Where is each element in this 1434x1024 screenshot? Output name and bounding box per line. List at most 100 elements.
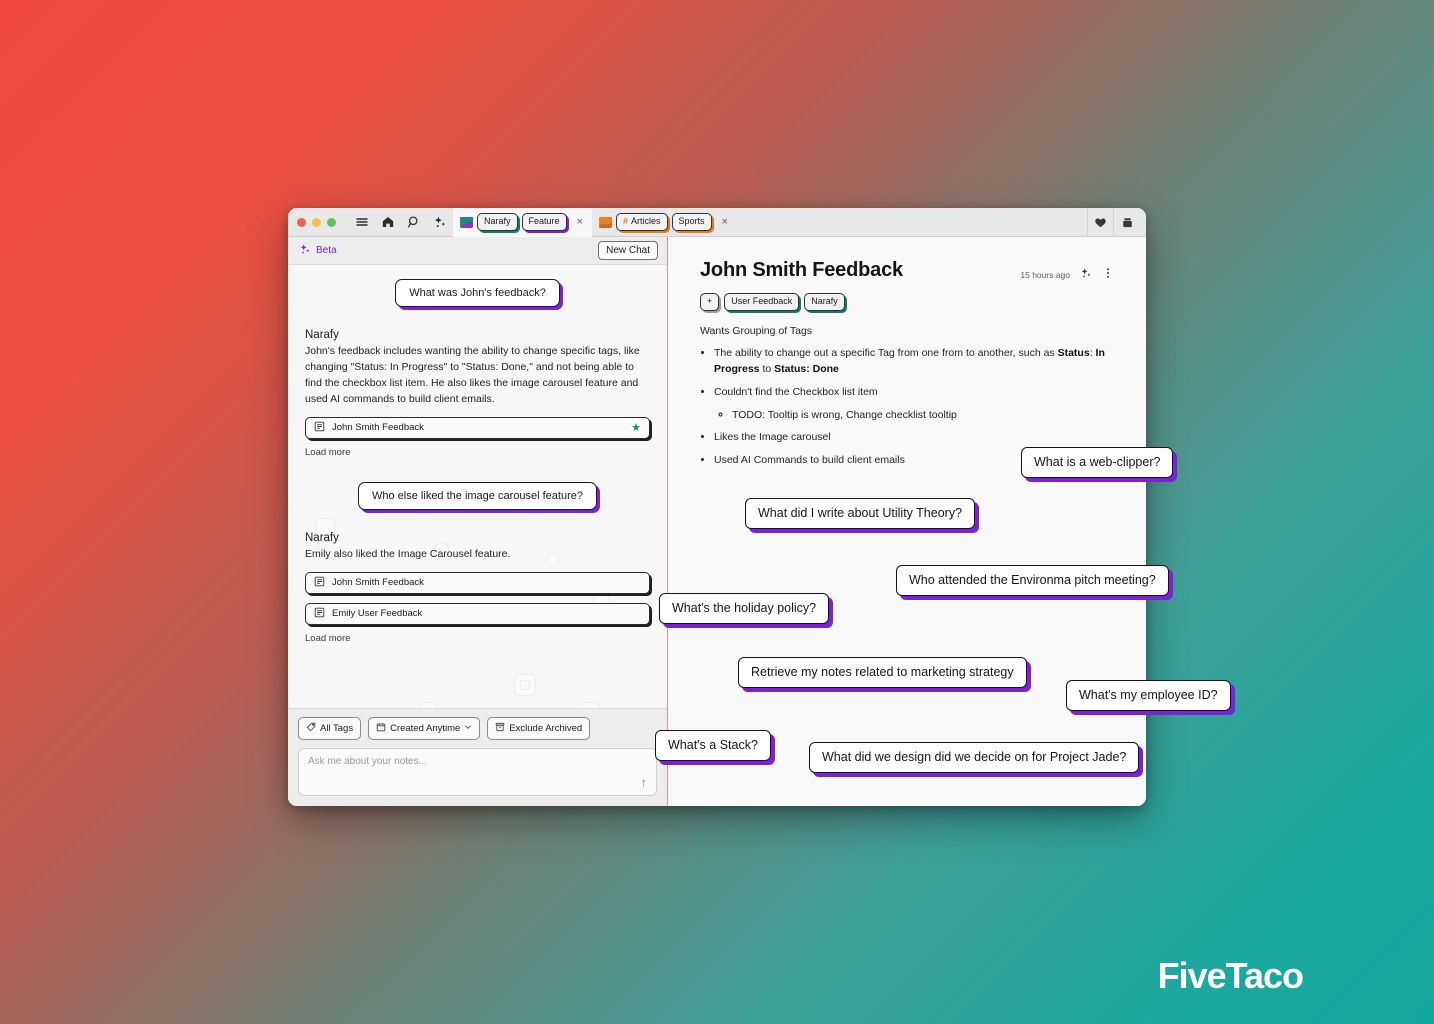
note-result-card[interactable]: John Smith Feedback — [305, 571, 650, 594]
titlebar-right-actions — [1087, 208, 1140, 237]
note-sub-bullet-list: TODO: Tooltip is wrong, Change checklist… — [732, 408, 1114, 424]
chat-composer: All Tags Created Anytime Exclude Archive… — [288, 708, 667, 806]
chat-panel-header: Beta New Chat — [288, 237, 667, 265]
tab-chip-sports[interactable]: Sports — [671, 213, 712, 231]
chat-message-user: Who else liked the image carousel featur… — [305, 481, 650, 510]
note-lead-text: Wants Grouping of Tags — [700, 324, 813, 337]
suggestion-bubble[interactable]: What is a web-clipper? — [1021, 447, 1174, 478]
filter-exclude-archived[interactable]: Exclude Archived — [487, 717, 591, 740]
user-message-bubble[interactable]: Who else liked the image carousel featur… — [358, 481, 597, 510]
bullet-strong: Status: Done — [774, 363, 839, 375]
assistant-name: Narafy — [305, 531, 339, 544]
filter-all-tags[interactable]: All Tags — [298, 717, 362, 740]
note-icon — [314, 576, 325, 590]
note-icon — [314, 607, 325, 621]
zoom-window-button[interactable] — [327, 217, 336, 227]
tab-group-swatch-icon — [598, 216, 612, 228]
tab-group-articles[interactable]: # Articles Sports × — [592, 208, 737, 237]
note-bullet: Likes the Image carousel — [714, 430, 1114, 446]
tab-chip-articles[interactable]: # Articles — [615, 213, 668, 231]
assistant-name: Narafy — [305, 329, 339, 341]
archive-icon — [495, 722, 505, 735]
load-more-button[interactable]: Load more — [305, 447, 650, 458]
tab-chip-feature[interactable]: Feature — [521, 213, 567, 231]
assistant-message-text: John's feedback includes wanting the abi… — [305, 345, 640, 405]
note-card-title: John Smith Feedback — [332, 577, 424, 589]
note-meta: 15 hours ago — [1020, 259, 1114, 284]
filter-created-anytime-label: Created Anytime — [390, 723, 461, 734]
add-tag-button[interactable]: + — [700, 293, 720, 311]
ghost-shape — [420, 702, 438, 708]
sparkle-icon — [299, 243, 311, 258]
note-card-title: John Smith Feedback — [332, 422, 424, 434]
filter-exclude-archived-label: Exclude Archived — [509, 723, 583, 734]
chat-panel: Beta New Chat What was John's feedback? — [288, 237, 668, 806]
beta-label: Beta — [316, 245, 337, 256]
app-window: Narafy Feature × # Articles Sports × Bet… — [288, 208, 1146, 806]
note-bullet: The ability to change out a specific Tag… — [714, 346, 1114, 378]
chevron-down-icon — [464, 723, 472, 734]
calendar-icon — [376, 722, 386, 735]
note-tag-narafy[interactable]: Narafy — [804, 293, 845, 311]
window-body: Beta New Chat What was John's feedback? — [288, 237, 1146, 806]
note-sub-bullet: TODO: Tooltip is wrong, Change checklist… — [732, 408, 1114, 424]
beta-badge: Beta — [299, 243, 337, 258]
chat-message-assistant: Narafy John's feedback includes wanting … — [305, 329, 650, 458]
ghost-shape — [578, 702, 600, 708]
bullet-text: to — [759, 363, 775, 375]
fivetaco-logo: FiveTaco — [1157, 955, 1304, 996]
note-card-title: Emily User Feedback — [332, 608, 423, 620]
star-icon[interactable]: ★ — [631, 421, 641, 434]
suggestion-bubble[interactable]: What did I write about Utility Theory? — [745, 498, 976, 529]
chat-message-user: What was John's feedback? — [305, 279, 650, 307]
assistant-message-text: Emily also liked the Image Carousel feat… — [305, 547, 511, 560]
user-message-bubble[interactable]: What was John's feedback? — [395, 279, 560, 307]
heart-icon[interactable] — [1088, 208, 1114, 237]
note-tag-user-feedback[interactable]: User Feedback — [724, 293, 800, 311]
chat-message-list[interactable]: What was John's feedback? Narafy John's … — [288, 265, 667, 708]
suggestion-bubble[interactable]: Who attended the Environma pitch meeting… — [896, 565, 1169, 596]
ghost-shape — [514, 674, 536, 696]
new-chat-button[interactable]: New Chat — [598, 241, 658, 260]
tab-chip-narafy[interactable]: Narafy — [477, 213, 518, 231]
note-document: John Smith Feedback 15 hours ago + User … — [668, 237, 1146, 469]
note-timestamp: 15 hours ago — [1020, 270, 1070, 280]
ask-input-placeholder: Ask me about your notes... — [308, 756, 427, 767]
filter-bar: All Tags Created Anytime Exclude Archive… — [298, 717, 657, 740]
suggestion-bubble[interactable]: What's my employee ID? — [1066, 680, 1231, 711]
traffic-lights — [297, 217, 336, 227]
note-bullet: Couldn't find the Checkbox list item TOD… — [714, 385, 1114, 424]
filter-created-anytime[interactable]: Created Anytime — [368, 717, 481, 740]
note-result-card[interactable]: Emily User Feedback — [305, 602, 650, 625]
sparkle-icon[interactable] — [427, 208, 453, 237]
tag-icon — [306, 722, 316, 735]
archive-icon[interactable] — [1114, 208, 1140, 237]
note-header: John Smith Feedback 15 hours ago — [700, 259, 1114, 284]
menu-icon[interactable] — [349, 208, 375, 237]
close-window-button[interactable] — [297, 217, 306, 227]
minimize-window-button[interactable] — [312, 217, 321, 227]
load-more-button[interactable]: Load more — [305, 633, 650, 644]
tab-group-close-icon[interactable]: × — [574, 216, 586, 228]
note-result-card[interactable]: John Smith Feedback ★ — [305, 416, 650, 439]
bullet-text: The ability to change out a specific Tag… — [714, 347, 1058, 360]
bullet-strong: Status — [1057, 347, 1090, 360]
tab-group-close-icon[interactable]: × — [719, 216, 731, 228]
window-titlebar: Narafy Feature × # Articles Sports × — [288, 208, 1146, 237]
tab-group-swatch-icon — [460, 216, 473, 228]
suggestion-bubble[interactable]: Retrieve my notes related to marketing s… — [738, 657, 1027, 688]
suggestion-bubble[interactable]: What's a Stack? — [655, 730, 771, 761]
note-tag-list: + User Feedback Narafy — [700, 293, 1114, 311]
sparkle-icon[interactable] — [1080, 266, 1092, 284]
note-title[interactable]: John Smith Feedback — [700, 259, 903, 282]
suggestion-bubble[interactable]: What did we design did we decide on for … — [809, 742, 1140, 773]
more-vertical-icon[interactable] — [1102, 266, 1114, 284]
suggestion-bubble[interactable]: What's the holiday policy? — [659, 593, 830, 624]
bullet-text: Couldn't find the Checkbox list item — [714, 385, 878, 398]
search-icon[interactable] — [401, 208, 427, 237]
home-icon[interactable] — [375, 208, 401, 237]
tab-group-narafy[interactable]: Narafy Feature × — [453, 208, 592, 237]
tab-chip-articles-label: Articles — [631, 216, 661, 227]
ask-input-wrapper[interactable]: Ask me about your notes... ↑ — [298, 748, 657, 796]
arrow-up-icon[interactable]: ↑ — [641, 775, 648, 790]
